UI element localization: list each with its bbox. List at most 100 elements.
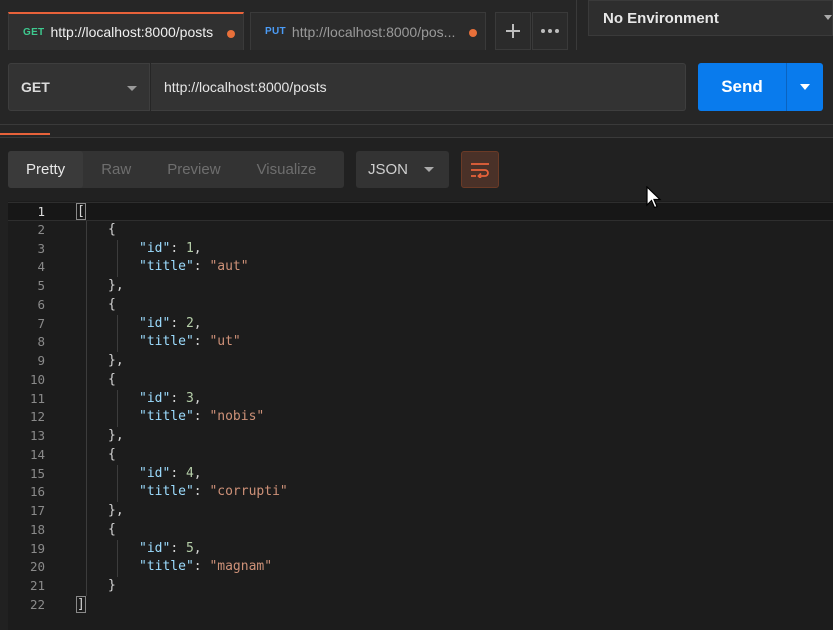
code-token: ,	[193, 465, 202, 481]
code-line: 21}	[8, 577, 833, 596]
code-token: [	[76, 203, 86, 220]
view-visualize-button[interactable]: Visualize	[239, 151, 335, 188]
code-text: "id": 2,	[139, 315, 202, 334]
code-token: ,	[193, 540, 202, 556]
line-number: 15	[29, 465, 45, 481]
tab-method: GET	[23, 26, 45, 38]
chevron-down-icon	[824, 15, 832, 20]
tab-url: http://localhost:8000/posts	[50, 24, 214, 40]
code-token: :	[170, 390, 186, 406]
code-token: 5	[185, 540, 194, 556]
code-token: :	[193, 409, 210, 425]
line-number: 1	[37, 204, 45, 219]
code-token: :	[193, 259, 210, 275]
code-text: "id": 4,	[139, 465, 202, 484]
line-number: 12	[29, 409, 45, 425]
url-value: http://localhost:8000/posts	[164, 79, 327, 95]
method-label: GET	[21, 79, 50, 95]
indent-guide	[117, 239, 118, 277]
line-number: 14	[29, 446, 45, 462]
indent-guide	[117, 464, 118, 502]
code-text: ]	[76, 595, 86, 615]
code-line: 19 "id": 5,	[8, 540, 833, 559]
format-select[interactable]: JSON	[356, 151, 449, 188]
line-number: 2	[37, 221, 45, 237]
indent-guide	[117, 314, 118, 352]
plus-icon	[506, 24, 520, 38]
code-line: 9},	[8, 352, 833, 371]
code-line: 8 "title": "ut"	[8, 333, 833, 352]
mouse-cursor-icon	[646, 186, 662, 209]
chevron-down-icon	[424, 167, 434, 172]
code-text: "id": 3,	[139, 390, 202, 409]
code-token: "title"	[139, 559, 194, 575]
send-options-button[interactable]	[786, 63, 823, 111]
line-number: 6	[37, 296, 45, 312]
more-tabs-button[interactable]	[532, 12, 568, 50]
environment-select[interactable]: No Environment	[588, 0, 833, 36]
format-label: JSON	[368, 161, 409, 178]
code-token: "title"	[139, 334, 194, 350]
view-preview-button[interactable]: Preview	[149, 151, 238, 188]
divider	[576, 0, 577, 50]
unsaved-dot-icon	[227, 30, 235, 38]
chevron-down-icon	[800, 84, 810, 90]
code-line: 3 "id": 1,	[8, 240, 833, 259]
code-token: "id"	[139, 315, 171, 331]
view-raw-button[interactable]: Raw	[83, 151, 149, 188]
tab-method: PUT	[265, 26, 286, 37]
line-number: 17	[29, 503, 45, 518]
method-select[interactable]: GET	[8, 63, 150, 111]
code-line: 12 "title": "nobis"	[8, 408, 833, 427]
code-token: },	[108, 278, 124, 293]
code-text: {	[108, 521, 116, 540]
code-text: "id": 1,	[139, 240, 202, 259]
code-line: 1[	[8, 202, 833, 221]
line-number: 20	[29, 559, 45, 575]
url-input[interactable]: http://localhost:8000/posts	[151, 63, 686, 111]
code-text: "id": 5,	[139, 540, 202, 559]
code-token: "id"	[139, 540, 171, 556]
response-body-editor[interactable]: 1[2{3 "id": 1, 4 "title": "aut" 5}, 6{7 "id": …	[8, 201, 833, 630]
view-pretty-button[interactable]: Pretty	[8, 151, 84, 188]
code-token: {	[108, 371, 116, 387]
line-number: 7	[37, 315, 45, 331]
code-token: :	[193, 484, 210, 500]
code-line: 22]	[8, 595, 833, 615]
divider	[0, 137, 833, 138]
code-text: },	[108, 352, 124, 371]
environment-label: No Environment	[603, 9, 719, 27]
line-number: 13	[29, 428, 45, 443]
code-token: "corrupti"	[209, 484, 288, 500]
line-number: 22	[29, 596, 45, 612]
code-line: 5},	[8, 277, 833, 296]
response-view-tabs: Pretty Raw Preview Visualize	[8, 151, 344, 188]
code-token: }	[108, 578, 116, 593]
code-text: },	[108, 277, 124, 296]
code-text: "title": "nobis"	[139, 408, 264, 427]
code-token: 2	[185, 315, 194, 331]
send-button[interactable]: Send	[698, 63, 786, 111]
code-line: 4 "title": "aut"	[8, 258, 833, 277]
code-token: {	[108, 521, 116, 537]
code-token: {	[108, 296, 116, 312]
code-text: "title": "aut"	[139, 258, 249, 277]
tab-put-posts[interactable]: PUT http://localhost:8000/pos...	[250, 12, 486, 50]
code-token: {	[108, 446, 116, 462]
code-text: {	[108, 296, 116, 315]
indent-guide	[86, 220, 87, 596]
code-token: 3	[185, 390, 194, 406]
code-token: "id"	[139, 240, 171, 256]
code-token: "title"	[139, 484, 194, 500]
wrap-icon	[471, 162, 489, 178]
code-token: :	[193, 559, 210, 575]
code-token: :	[170, 315, 186, 331]
code-line: 16 "title": "corrupti"	[8, 483, 833, 502]
wrap-lines-button[interactable]	[461, 151, 499, 188]
code-token: ]	[76, 595, 86, 613]
tab-get-posts[interactable]: GET http://localhost:8000/posts	[8, 12, 244, 50]
new-tab-button[interactable]	[495, 12, 531, 50]
tab-url: http://localhost:8000/pos...	[291, 23, 456, 40]
line-number: 16	[29, 484, 45, 500]
line-number: 3	[37, 240, 45, 256]
